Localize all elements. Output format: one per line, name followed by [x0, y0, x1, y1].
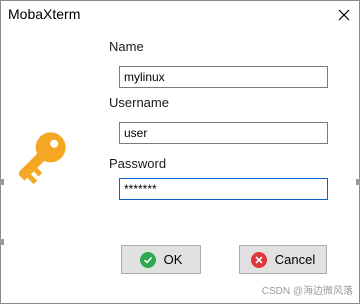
- close-icon: [338, 9, 350, 21]
- x-circle-icon: [250, 251, 267, 268]
- username-label: Username: [109, 95, 169, 110]
- login-dialog: MobaXterm Name Username Password OK: [0, 0, 360, 304]
- title-bar: MobaXterm: [1, 1, 359, 31]
- cancel-button[interactable]: Cancel: [239, 245, 327, 274]
- ok-button[interactable]: OK: [121, 245, 201, 274]
- name-label: Name: [109, 39, 144, 54]
- ok-label: OK: [163, 252, 183, 267]
- background-window-edge: [356, 179, 360, 185]
- password-field[interactable]: [119, 178, 328, 200]
- key-icon: [19, 132, 66, 185]
- password-label: Password: [109, 156, 167, 171]
- check-circle-icon: [139, 251, 156, 268]
- cancel-label: Cancel: [274, 252, 316, 267]
- background-window-edge: [0, 179, 4, 185]
- name-field[interactable]: [119, 66, 328, 88]
- window-title: MobaXterm: [8, 6, 81, 22]
- watermark: CSDN @海边微风落: [261, 286, 353, 297]
- background-window-edge: [0, 239, 4, 245]
- username-field[interactable]: [119, 122, 328, 144]
- close-button[interactable]: [329, 1, 359, 29]
